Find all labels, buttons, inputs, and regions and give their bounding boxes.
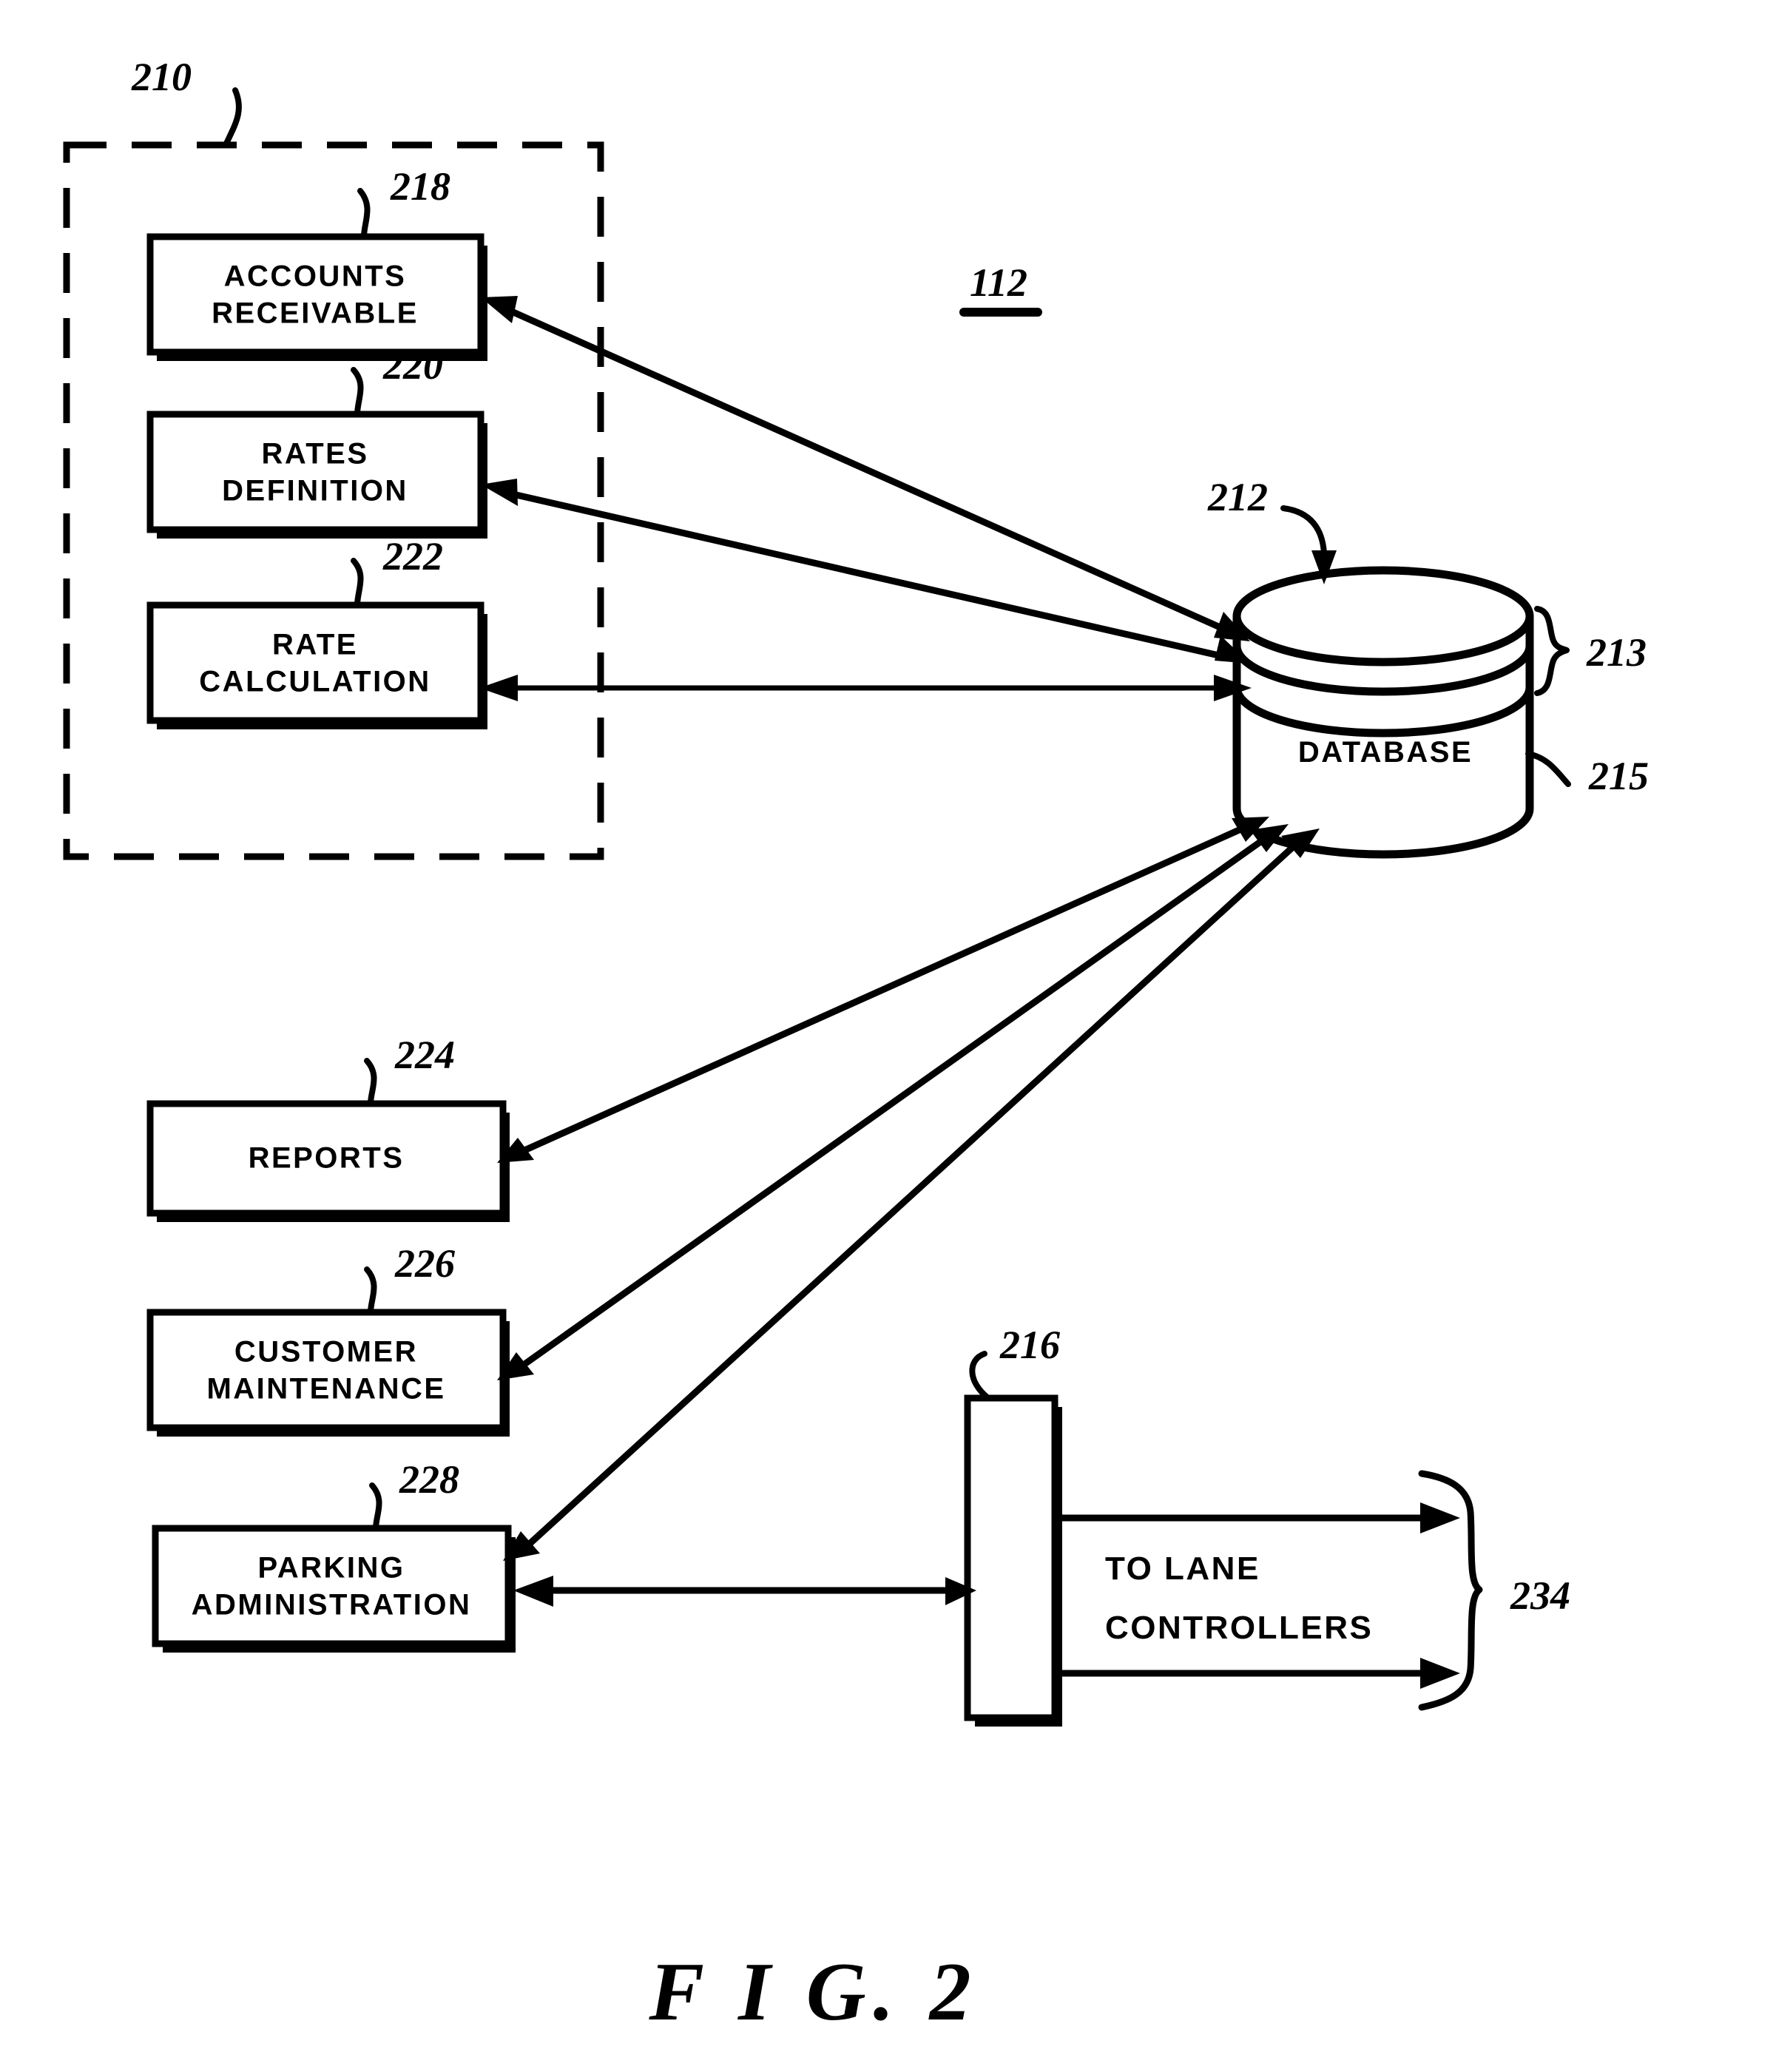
- figure-canvas: 210 ACCOUNTS RECEIVABLE 218 RATES DEFINI…: [63, 55, 1649, 2038]
- ref-number-212: 212: [1207, 475, 1268, 519]
- ref-number-224: 224: [394, 1033, 455, 1077]
- box-222-rate-calculation[interactable]: [146, 601, 484, 724]
- connector-218-database: [499, 303, 1233, 636]
- ref-number-218: 218: [390, 164, 450, 209]
- leader-line-212: [1280, 505, 1327, 556]
- lane-controllers-label-line1: TO LANE: [1105, 1550, 1260, 1587]
- ref-number-220: 220: [382, 343, 443, 388]
- leader-line-215: [1525, 751, 1571, 787]
- ref-number-234: 234: [1510, 1573, 1570, 1618]
- box-220-label-line2: DEFINITION: [222, 475, 408, 507]
- ref-number-112: 112: [970, 260, 1027, 305]
- ref-number-216: 216: [999, 1323, 1060, 1367]
- leader-line-226: [364, 1266, 377, 1315]
- connector-228-216-arrowhead-left: [513, 1576, 553, 1607]
- box-218-label-line1: ACCOUNTS: [224, 260, 407, 293]
- box-216-interface[interactable]: [964, 1394, 1058, 1721]
- box-228-parking-administration[interactable]: [152, 1525, 512, 1647]
- connector-228-database: [519, 836, 1305, 1553]
- connector-216-lane-lower-arrowhead: [1420, 1658, 1460, 1689]
- leader-line-220: [351, 367, 364, 417]
- box-228-label-line1: PARKING: [258, 1552, 405, 1585]
- ref-number-213: 213: [1586, 630, 1647, 675]
- box-220-label-line1: RATES: [261, 438, 368, 470]
- ref-number-215: 215: [1588, 754, 1649, 798]
- box-226-label-line1: CUSTOMER: [234, 1336, 418, 1369]
- box-218-accounts-receivable[interactable]: [146, 233, 484, 356]
- ref-number-222: 222: [382, 534, 443, 578]
- leader-line-222: [351, 558, 364, 608]
- ref-number-210: 210: [131, 55, 192, 99]
- leader-line-224: [364, 1058, 377, 1107]
- box-226-customer-maintenance[interactable]: [146, 1309, 507, 1431]
- leader-line-216: [969, 1351, 991, 1401]
- box-222-label-line1: RATE: [272, 629, 358, 661]
- database-cylinder-top: [1232, 566, 1534, 667]
- figure-caption: F I G. 2: [648, 1946, 978, 2038]
- brace-213: [1534, 606, 1570, 696]
- ref-number-226: 226: [394, 1241, 455, 1286]
- box-220-rates-definition[interactable]: [146, 411, 484, 533]
- database-label: DATABASE: [1298, 736, 1473, 769]
- box-218-label-line2: RECEIVABLE: [212, 297, 419, 330]
- box-222-label-line2: CALCULATION: [199, 666, 431, 698]
- leader-line-210: [223, 87, 242, 148]
- lane-controllers-label-line2: CONTROLLERS: [1105, 1610, 1373, 1646]
- leader-line-218: [357, 188, 371, 240]
- connector-216-lane-upper-arrowhead: [1420, 1502, 1460, 1533]
- connector-220-database: [499, 487, 1233, 662]
- leader-line-228: [369, 1482, 382, 1531]
- ref-number-228: 228: [399, 1457, 459, 1502]
- box-226-label-line2: MAINTENANCE: [206, 1373, 445, 1405]
- patent-figure-sheet: 210 ACCOUNTS RECEIVABLE 218 RATES DEFINI…: [0, 0, 1776, 2072]
- box-224-label-line1: REPORTS: [249, 1142, 405, 1175]
- box-228-label-line2: ADMINISTRATION: [192, 1589, 472, 1622]
